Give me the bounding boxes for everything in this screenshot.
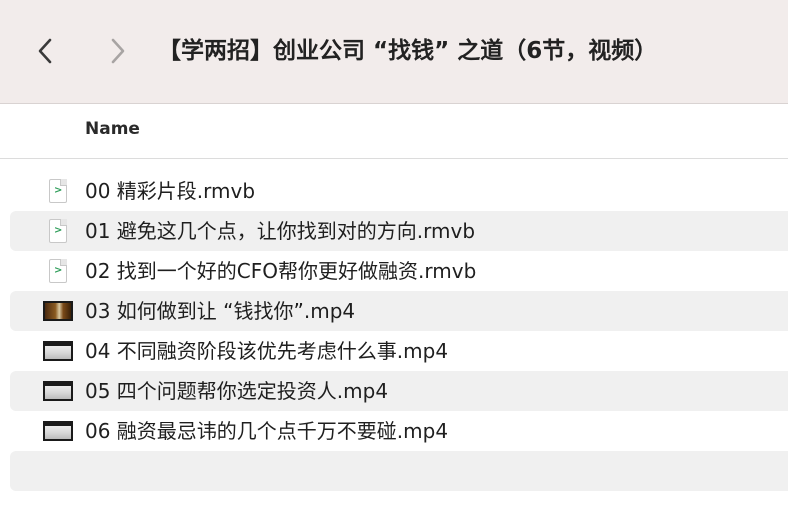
forward-button[interactable]: [103, 34, 133, 68]
file-row[interactable]: > 01 避免这几个点，让你找到对的方向.rmvb: [10, 211, 788, 251]
column-header-name[interactable]: Name: [85, 119, 140, 139]
window-title: 【学两招】创业公司 “找钱” 之道（6节，视频）: [158, 38, 658, 64]
empty-row: [10, 451, 788, 491]
video-thumbnail-icon: [43, 341, 73, 361]
column-header: Name: [0, 104, 788, 159]
video-thumbnail-icon: [43, 381, 73, 401]
file-name: 04 不同融资阶段该优先考虑什么事.mp4: [85, 339, 449, 363]
file-row[interactable]: > 02 找到一个好的CFO帮你更好做融资.rmvb: [10, 251, 788, 291]
file-name: 00 精彩片段.rmvb: [85, 179, 256, 203]
back-button[interactable]: [30, 34, 60, 68]
video-thumbnail-icon: [43, 301, 73, 321]
file-row[interactable]: 06 融资最忌讳的几个点千万不要碰.mp4: [10, 411, 788, 451]
video-thumbnail-icon: [43, 421, 73, 441]
file-row[interactable]: > 00 精彩片段.rmvb: [10, 171, 788, 211]
file-row[interactable]: 04 不同融资阶段该优先考虑什么事.mp4: [10, 331, 788, 371]
file-row[interactable]: 03 如何做到让 “钱找你”.mp4: [10, 291, 788, 331]
file-row[interactable]: 05 四个问题帮你选定投资人.mp4: [10, 371, 788, 411]
file-name: 05 四个问题帮你选定投资人.mp4: [85, 379, 389, 403]
chevron-left-icon: [38, 38, 52, 64]
rmvb-document-icon: >: [49, 219, 67, 243]
file-list: > 00 精彩片段.rmvb > 01 避免这几个点，让你找到对的方向.rmvb…: [10, 171, 788, 491]
finder-toolbar: 【学两招】创业公司 “找钱” 之道（6节，视频）: [0, 0, 788, 104]
file-name: 03 如何做到让 “钱找你”.mp4: [85, 299, 356, 323]
file-name: 02 找到一个好的CFO帮你更好做融资.rmvb: [85, 259, 477, 283]
rmvb-document-icon: >: [49, 179, 67, 203]
file-name: 01 避免这几个点，让你找到对的方向.rmvb: [85, 219, 476, 243]
rmvb-document-icon: >: [49, 259, 67, 283]
file-name: 06 融资最忌讳的几个点千万不要碰.mp4: [85, 419, 449, 443]
chevron-right-icon: [111, 38, 125, 64]
